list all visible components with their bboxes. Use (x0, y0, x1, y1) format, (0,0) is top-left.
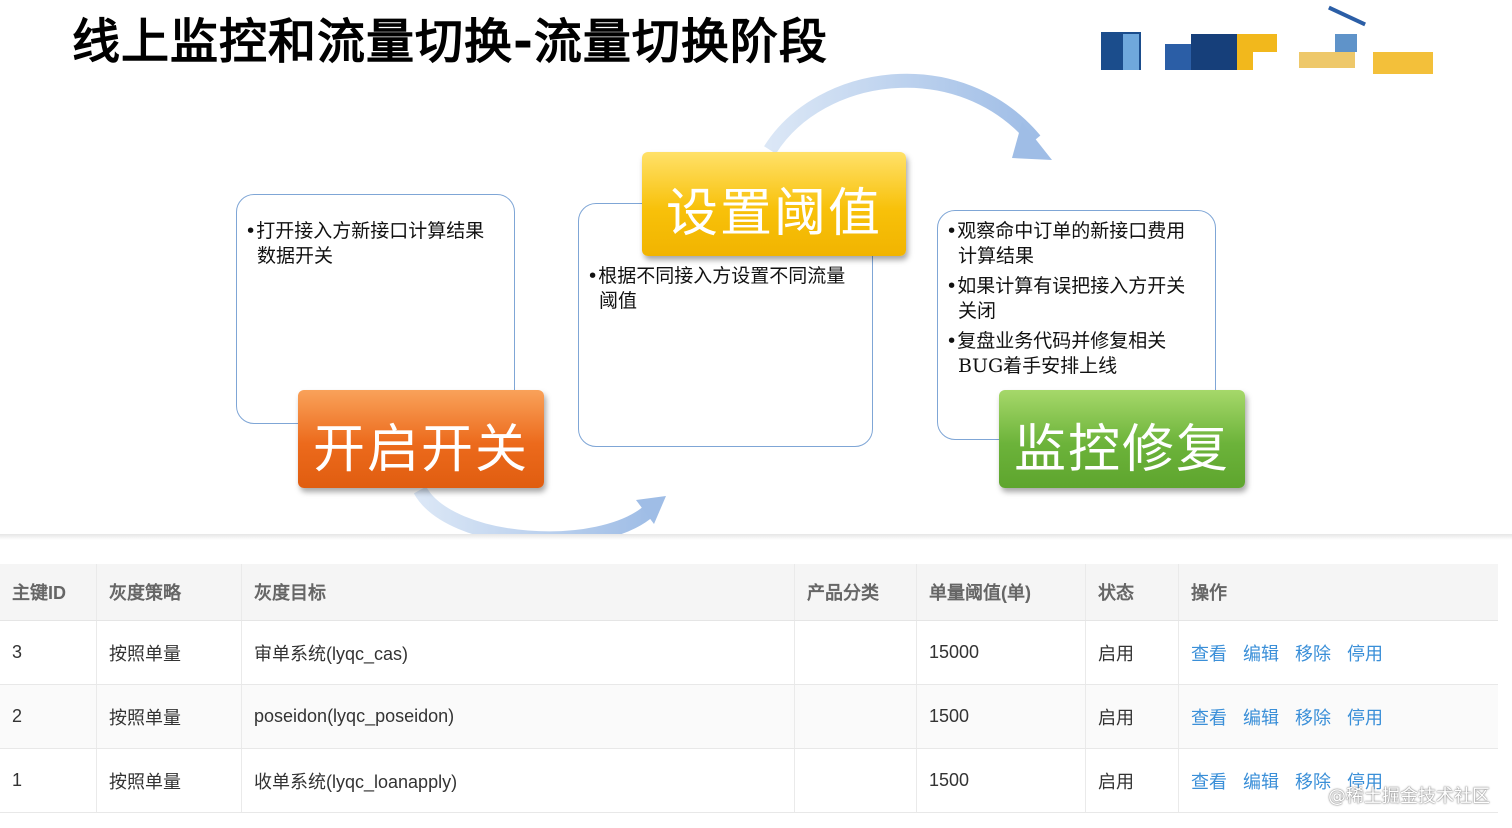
remove-link[interactable]: 移除 (1295, 708, 1331, 728)
table-row: 2 按照单量 poseidon(lyqc_poseidon) 1500 启用 查… (0, 684, 1498, 749)
arrow-top (764, 73, 1041, 154)
cell-strategy: 按照单量 (96, 684, 242, 749)
arrow-bottom (413, 486, 655, 540)
cell-id: 3 (0, 620, 97, 685)
cell-status: 启用 (1085, 684, 1179, 749)
edit-link[interactable]: 编辑 (1243, 644, 1279, 664)
cell-status: 启用 (1085, 748, 1179, 813)
cell-strategy: 按照单量 (96, 620, 242, 685)
cell-strategy: 按照单量 (96, 748, 242, 813)
col-header-status[interactable]: 状态 (1085, 564, 1179, 621)
stage-3-bullet-1: •观察命中订单的新接口费用计算结果 (946, 220, 1186, 267)
stage-1-label: 开启开关 (298, 390, 544, 488)
view-link[interactable]: 查看 (1191, 772, 1227, 792)
cell-category (794, 684, 917, 749)
table-row: 3 按照单量 审单系统(lyqc_cas) 15000 启用 查看 编辑 移除 停用 (0, 620, 1498, 685)
slide-image: 线上监控和流量切换-流量切换阶段 •打开接入方新接口计算结果数据开关 开启开关 … (0, 0, 1512, 540)
col-header-category[interactable]: 产品分类 (794, 564, 917, 621)
cell-id: 2 (0, 684, 97, 749)
stage-2-bullet-1: •根据不同接入方设置不同流量阈值 (587, 265, 846, 312)
stage-2-label: 设置阈值 (642, 152, 906, 256)
remove-link[interactable]: 移除 (1295, 772, 1331, 792)
cell-category (794, 620, 917, 685)
cell-actions: 查看 编辑 移除 停用 (1178, 620, 1498, 685)
cell-actions: 查看 编辑 移除 停用 (1178, 684, 1498, 749)
col-header-strategy[interactable]: 灰度策略 (96, 564, 242, 621)
cell-threshold: 1500 (916, 748, 1086, 813)
stage-3-label: 监控修复 (999, 390, 1245, 488)
table-row: 1 按照单量 收单系统(lyqc_loanapply) 1500 启用 查看 编辑… (0, 748, 1498, 813)
col-header-target[interactable]: 灰度目标 (241, 564, 795, 621)
cell-target: poseidon(lyqc_poseidon) (241, 684, 795, 749)
cell-status: 启用 (1085, 620, 1179, 685)
cell-threshold: 1500 (916, 684, 1086, 749)
stage-3-bullet-2: •如果计算有误把接入方开关关闭 (946, 275, 1186, 322)
cell-threshold: 15000 (916, 620, 1086, 685)
edit-link[interactable]: 编辑 (1243, 772, 1279, 792)
disable-link[interactable]: 停用 (1347, 708, 1383, 728)
watermark-text: @稀土掘金技术社区 (1328, 786, 1490, 807)
col-header-id[interactable]: 主键ID (0, 564, 97, 621)
view-link[interactable]: 查看 (1191, 644, 1227, 664)
cell-category (794, 748, 917, 813)
stage-3-bullet-3: •复盘业务代码并修复相关BUG着手安排上线 (946, 330, 1167, 377)
col-header-actions: 操作 (1178, 564, 1498, 621)
col-header-threshold[interactable]: 单量阈值(单) (916, 564, 1086, 621)
gray-release-table: 主键ID 灰度策略 灰度目标 产品分类 单量阈值(单) 状态 操作 3 按照单量… (0, 564, 1498, 813)
cell-target: 审单系统(lyqc_cas) (241, 620, 795, 685)
remove-link[interactable]: 移除 (1295, 644, 1331, 664)
table-header-row: 主键ID 灰度策略 灰度目标 产品分类 单量阈值(单) 状态 操作 (0, 564, 1498, 621)
stage-1-bullet-1: •打开接入方新接口计算结果数据开关 (245, 220, 485, 267)
cell-target: 收单系统(lyqc_loanapply) (241, 748, 795, 813)
edit-link[interactable]: 编辑 (1243, 708, 1279, 728)
cell-id: 1 (0, 748, 97, 813)
disable-link[interactable]: 停用 (1347, 644, 1383, 664)
view-link[interactable]: 查看 (1191, 708, 1227, 728)
section-divider (0, 534, 1512, 540)
